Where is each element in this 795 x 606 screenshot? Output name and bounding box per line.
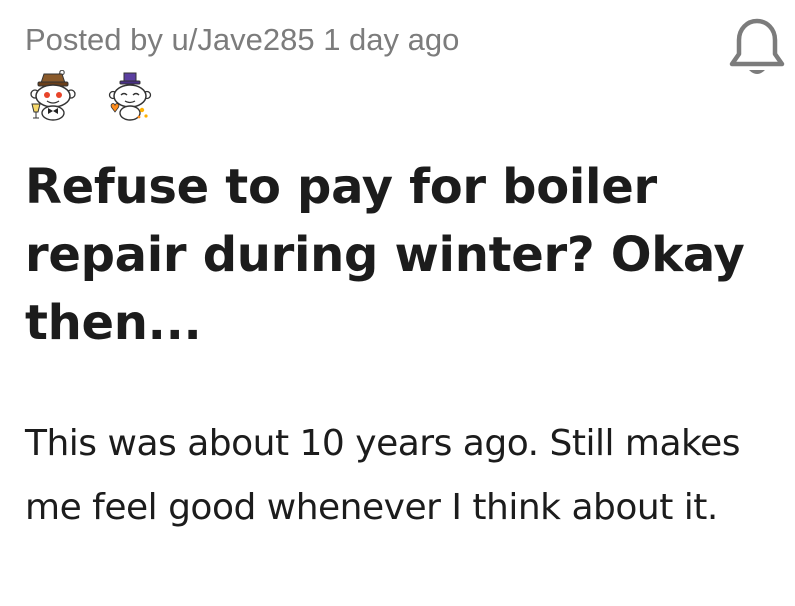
snoo-award-icon[interactable] (28, 69, 80, 122)
awards-row (28, 69, 156, 122)
post-title[interactable]: Refuse to pay for boiler repair during w… (25, 153, 785, 357)
snoo-wholesome-award-icon[interactable] (104, 70, 156, 122)
author-link[interactable]: u/Jave285 (172, 22, 315, 57)
posted-by-label: Posted by (25, 22, 163, 57)
post-body: This was about 10 years ago. Still makes… (25, 423, 741, 528)
post-meta: Posted by u/Jave285 1 day ago (25, 20, 459, 60)
bell-icon (729, 18, 785, 74)
post-timestamp[interactable]: 1 day ago (323, 22, 459, 57)
post-container: Posted by u/Jave285 1 day ago Refuse to … (0, 0, 795, 606)
notification-bell-button[interactable] (727, 16, 787, 78)
